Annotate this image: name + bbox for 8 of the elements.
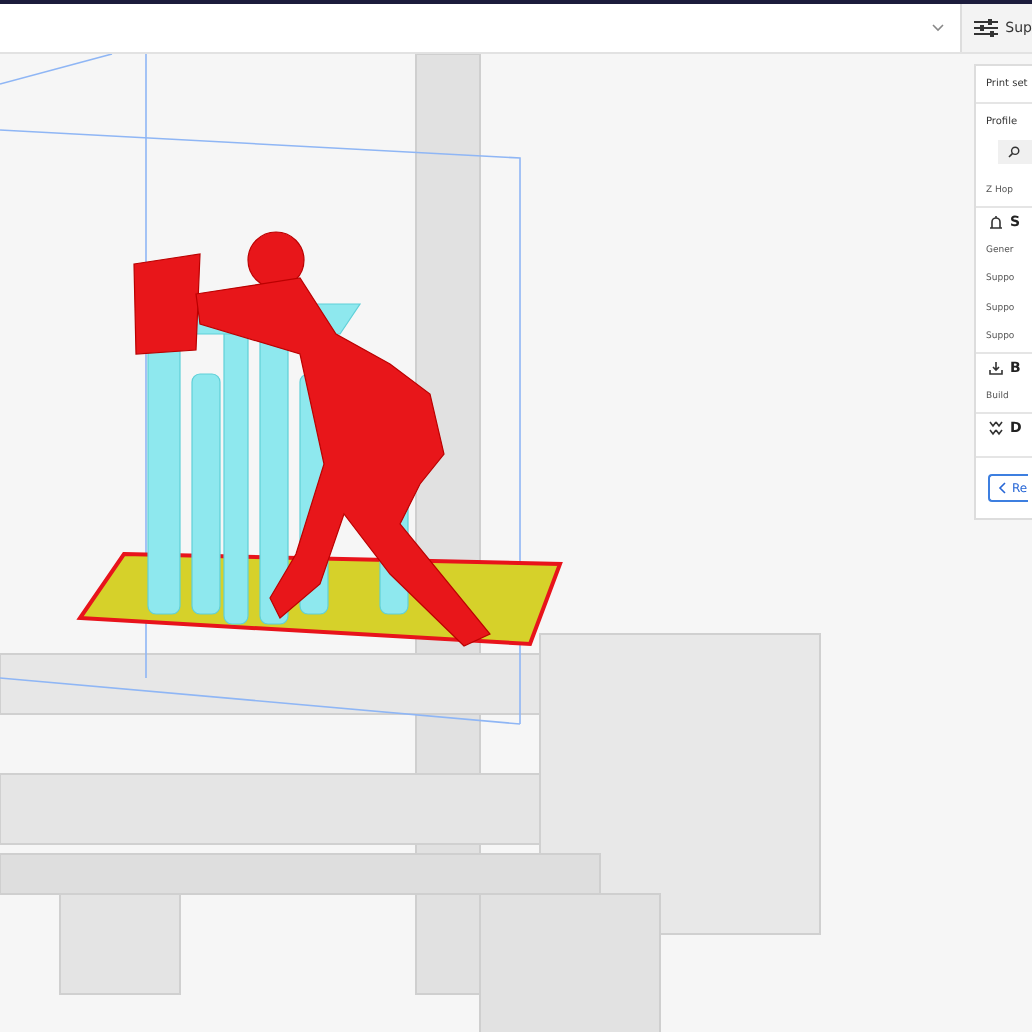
- tray-icon: [988, 360, 1004, 377]
- search-icon: [1008, 146, 1020, 158]
- search-field[interactable]: [998, 140, 1032, 164]
- chevron-left-icon: [998, 482, 1006, 494]
- chevron-down-icon[interactable]: [931, 24, 944, 32]
- dome-icon: [988, 213, 1004, 230]
- double-chevron-icon: [988, 420, 1004, 437]
- sliders-icon: [973, 18, 998, 38]
